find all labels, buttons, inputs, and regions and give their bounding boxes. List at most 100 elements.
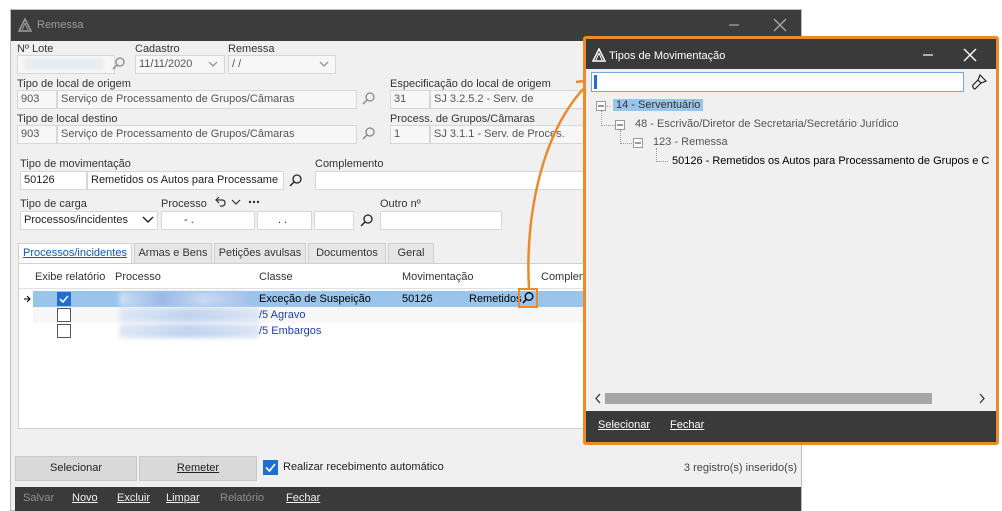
remeter-button[interactable]: Remeter <box>139 456 257 481</box>
tree-node-50126[interactable]: 50126 - Remetidos os Autos para Processa… <box>672 155 989 167</box>
chevron-down-icon[interactable] <box>230 196 242 208</box>
checkbox-checked-icon[interactable] <box>57 292 71 306</box>
processo-field-2[interactable]: . . <box>257 211 312 230</box>
tab-geral-label: Geral <box>397 247 425 259</box>
close-icon[interactable] <box>771 16 789 34</box>
process-code-field[interactable]: 1 <box>390 125 430 144</box>
col-processo: Processo <box>115 271 161 283</box>
cadastro-label: Cadastro <box>135 43 180 55</box>
tab-processos[interactable]: Processos/incidentes <box>18 243 132 263</box>
movimentacao-desc-field[interactable]: Remetidos os Autos para Processame <box>87 171 284 190</box>
tipo-origem-label: Tipo de local de origem <box>17 78 131 90</box>
search-icon[interactable] <box>288 173 304 189</box>
col-exibe: Exibe relatório <box>35 271 106 283</box>
dialog-fechar-button[interactable]: Fechar <box>670 419 704 431</box>
tree-collapse-icon[interactable] <box>633 138 643 148</box>
tab-armas[interactable]: Armas e Bens <box>134 243 212 263</box>
tree-node-remessa[interactable]: 123 - Remessa <box>653 136 728 148</box>
cadastro-value: 11/11/2020 <box>139 58 193 70</box>
tipo-carga-select[interactable]: Processos/incidentes <box>20 211 158 230</box>
row-checkbox[interactable] <box>57 324 71 338</box>
minimize-icon[interactable] <box>919 46 937 64</box>
chevron-down-icon[interactable] <box>141 214 155 226</box>
window-title: Remessa <box>37 19 84 31</box>
menu-novo[interactable]: Novo <box>72 492 98 504</box>
horizontal-scrollbar[interactable] <box>591 390 991 407</box>
remeter-label: Remeter <box>176 462 220 474</box>
row-checkbox[interactable] <box>57 308 71 322</box>
processo-value-2: . . <box>278 214 288 226</box>
origem-desc-field[interactable]: Serviço de Processamento de Grupos/Câmar… <box>57 90 357 109</box>
menu-limpar[interactable]: Limpar <box>166 492 200 504</box>
dialog-title: Tipos de Movimentação <box>609 50 726 62</box>
tab-geral[interactable]: Geral <box>388 243 434 263</box>
chevron-left-icon[interactable] <box>593 393 603 404</box>
tree-collapse-icon[interactable] <box>596 101 606 111</box>
search-icon[interactable] <box>361 91 377 107</box>
menu-fechar[interactable]: Fechar <box>286 492 320 504</box>
col-movimentacao: Movimentação <box>402 271 474 283</box>
destino-desc-field[interactable]: Serviço de Processamento de Grupos/Câmar… <box>57 125 357 144</box>
undo-icon[interactable] <box>214 196 226 208</box>
action-bar: Selecionar Remeter Realizar recebimento … <box>15 456 801 482</box>
menu-bar: Salvar Novo Excluir Limpar Relatório Fec… <box>15 487 801 511</box>
tree-collapse-icon[interactable] <box>615 120 625 130</box>
destino-desc: Serviço de Processamento de Grupos/Câmar… <box>61 128 295 140</box>
checkbox-checked-icon[interactable] <box>263 460 278 475</box>
remessa-label: Remessa <box>228 43 275 55</box>
records-count: 3 registro(s) inserido(s) <box>683 462 797 474</box>
tipo-movimentacao-label: Tipo de movimentação <box>20 158 131 170</box>
search-icon[interactable] <box>361 126 377 142</box>
menu-excluir[interactable]: Excluir <box>117 492 150 504</box>
selecionar-label: Selecionar <box>50 462 102 474</box>
movimentacao-code-field[interactable]: 50126 <box>20 171 87 190</box>
tab-armas-label: Armas e Bens <box>138 247 208 259</box>
text-cursor <box>594 75 597 89</box>
tab-documentos-label: Documentos <box>316 247 378 259</box>
dialog-title-bar: Tipos de Movimentação <box>586 39 996 69</box>
dialog-search-input[interactable] <box>591 72 964 92</box>
lote-field[interactable] <box>17 55 115 74</box>
origem-code: 903 <box>21 93 40 105</box>
especificacao-code-field[interactable]: 31 <box>390 90 430 109</box>
processo-field-3[interactable] <box>314 211 354 230</box>
lote-label: Nº Lote <box>17 43 54 55</box>
chevron-down-icon[interactable] <box>207 58 219 70</box>
movimentacao-desc: Remetidos os Autos para Processame <box>91 174 279 186</box>
tree-node-label: 14 - Serventuário <box>616 99 701 111</box>
dialog-selecionar-button[interactable]: Selecionar <box>598 419 650 431</box>
lote-search-icon[interactable] <box>111 56 127 72</box>
tipo-carga-label: Tipo de carga <box>20 198 87 210</box>
search-icon[interactable] <box>359 213 375 229</box>
selecionar-button[interactable]: Selecionar <box>15 456 137 481</box>
menu-salvar[interactable]: Salvar <box>23 492 54 504</box>
row-classe: /5 Agravo <box>259 309 306 321</box>
processo-value-1: - . <box>184 214 194 226</box>
tab-peticoes[interactable]: Petições avulsas <box>214 243 306 263</box>
tab-processos-label: Processos/incidentes <box>23 247 127 259</box>
scrollbar-thumb[interactable] <box>605 393 932 404</box>
brush-clear-icon[interactable] <box>970 73 988 91</box>
tree-node-serventuario[interactable]: 14 - Serventuário <box>613 99 704 111</box>
chevron-down-icon[interactable] <box>318 58 330 70</box>
more-icon[interactable] <box>247 196 261 208</box>
origem-code-field[interactable]: 903 <box>17 90 57 109</box>
process-grupos-label: Process. de Grupos/Câmaras <box>390 113 535 125</box>
tree-node-escrivao[interactable]: 48 - Escrivão/Diretor de Secretaria/Secr… <box>635 118 899 130</box>
tab-peticoes-label: Petições avulsas <box>218 247 302 259</box>
destino-code-field[interactable]: 903 <box>17 125 57 144</box>
chevron-right-icon[interactable] <box>977 393 987 404</box>
movimentacao-tree: 14 - Serventuário 48 - Escrivão/Diretor … <box>591 96 991 409</box>
minimize-icon[interactable] <box>725 16 743 34</box>
close-icon[interactable] <box>961 46 979 64</box>
menu-relatorio[interactable]: Relatório <box>220 492 264 504</box>
tree-node-label: 123 - Remessa <box>653 136 728 148</box>
movimentacao-code: 50126 <box>24 174 55 186</box>
tab-documentos[interactable]: Documentos <box>308 243 386 263</box>
outro-no-field[interactable] <box>380 211 502 230</box>
especificacao-code: 31 <box>394 93 407 105</box>
search-icon[interactable] <box>521 291 535 305</box>
app-logo-icon <box>18 18 32 32</box>
row-movimentacao: 50126 <box>402 293 433 305</box>
processo-field-1[interactable]: - . <box>161 211 255 230</box>
